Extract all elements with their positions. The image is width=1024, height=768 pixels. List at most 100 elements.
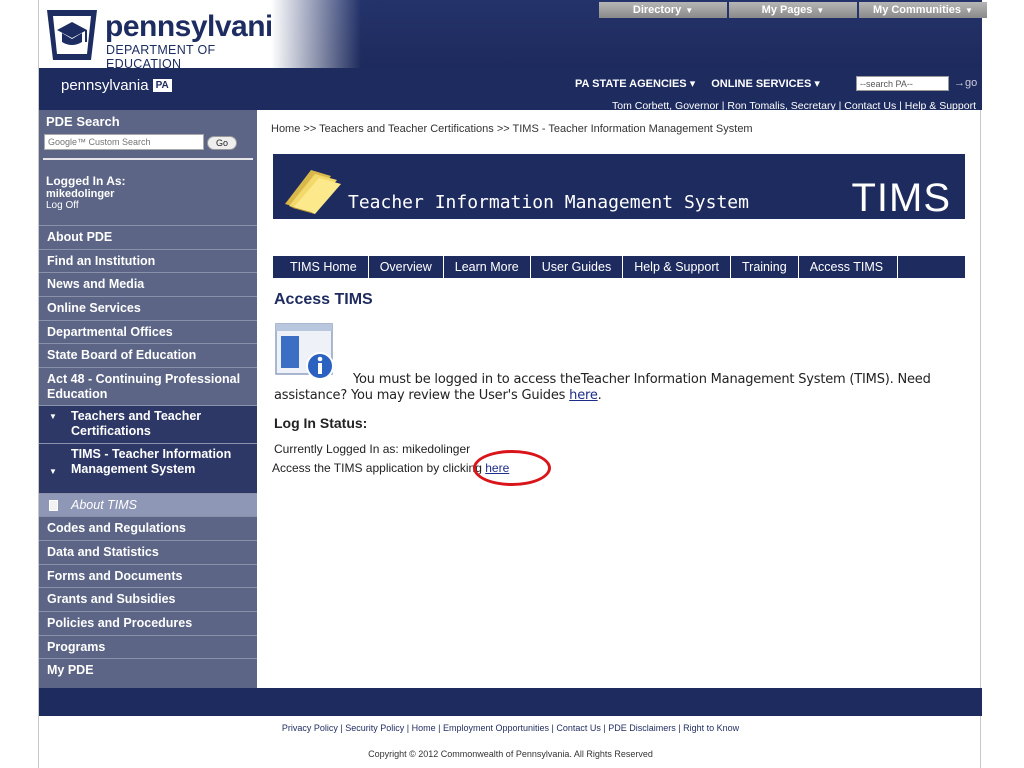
search-pa-input[interactable] [856, 76, 949, 91]
search-row: Go [39, 132, 257, 158]
footer-links: Privacy Policy | Security Policy | Home … [281, 723, 740, 733]
access-application-line: Access the TIMS application by clicking … [272, 461, 509, 475]
footer-security-policy[interactable]: Security Policy [345, 723, 404, 733]
triangle-down-icon: ▼ [49, 467, 57, 477]
go-label: go [965, 77, 978, 89]
sidebar-item-about-pde[interactable]: About PDE [39, 226, 257, 250]
state-nav-bar: pennsylvania PA PA STATE AGENCIES ▾ ONLIN… [39, 68, 982, 112]
agencies-label: PA STATE AGENCIES [575, 78, 687, 90]
sidebar-item-teacher-certifications[interactable]: ▼ Teachers and Teacher Certifications [39, 406, 257, 445]
tab-access-tims[interactable]: Access TIMS [799, 256, 899, 278]
google-search-input[interactable] [44, 134, 204, 150]
arrow-right-icon: → [954, 77, 965, 89]
agency-menus: PA STATE AGENCIES ▾ ONLINE SERVICES ▾ [575, 77, 820, 90]
footer-disclaimers[interactable]: PDE Disclaimers [608, 723, 676, 733]
breadcrumb[interactable]: Home >> Teachers and Teacher Certificati… [271, 123, 753, 135]
access-tims-here-link[interactable]: here [485, 461, 509, 475]
tims-banner: Teacher Information Management System TI… [273, 154, 965, 220]
log-off-link[interactable]: Log Off [46, 200, 250, 211]
tab-user-guides[interactable]: User Guides [531, 256, 624, 278]
chevron-down-icon: ▾ [689, 78, 696, 90]
pa-brand-text: pennsylvania [61, 77, 149, 94]
banner-title: Teacher Information Management System [348, 192, 749, 213]
online-services-menu[interactable]: ONLINE SERVICES ▾ [711, 77, 820, 90]
chevron-down-icon: ▼ [816, 6, 825, 15]
contact-us-link[interactable]: Contact Us [844, 100, 896, 112]
directory-menu[interactable]: Directory ▼ [599, 2, 727, 18]
login-label: Logged In As: [46, 174, 126, 188]
tab-tims-home[interactable]: TIMS Home [273, 256, 369, 278]
sidebar-item-grants-subsidies[interactable]: Grants and Subsidies [39, 588, 257, 612]
access-message-line1: You must be logged in to access theTeach… [353, 372, 931, 387]
secretary-link[interactable]: Ron Tomalis, Secretary [727, 100, 835, 112]
user-guides-here-link[interactable]: here [569, 388, 598, 403]
sidebar-item-state-board[interactable]: State Board of Education [39, 344, 257, 369]
directory-label: Directory [632, 4, 682, 16]
footer-right-to-know[interactable]: Right to Know [683, 723, 739, 733]
my-communities-menu[interactable]: My Communities ▼ [859, 2, 987, 18]
access-application-prefix: Access the TIMS application by clicking [272, 461, 482, 475]
login-block: Logged In As: mikedolinger Log Off [39, 160, 257, 226]
footer-privacy-policy[interactable]: Privacy Policy [282, 723, 338, 733]
page-title: Access TIMS [274, 291, 373, 308]
sidebar-item-codes-regulations[interactable]: Codes and Regulations [39, 517, 257, 541]
logo-area[interactable]: pennsylvania DEPARTMENT OF EDUCATION [39, 0, 290, 71]
chevron-down-icon: ▼ [685, 6, 694, 15]
help-support-link[interactable]: Help & Support [905, 100, 976, 112]
tims-label: TIMS - Teacher Information Management Sy… [71, 447, 232, 477]
footer-contact-us[interactable]: Contact Us [556, 723, 601, 733]
keystone-logo-icon [47, 10, 97, 60]
my-pages-label: My Pages [761, 4, 813, 16]
access-message-line2: assistance? You may review the User's Gu… [274, 388, 602, 403]
footer-bar [39, 688, 982, 716]
login-username: mikedolinger [46, 188, 115, 200]
sidebar-item-find-institution[interactable]: Find an Institution [39, 249, 257, 274]
access-message-prefix: assistance? You may review the User's Gu… [274, 388, 566, 403]
tims-tabs: TIMS Home Overview Learn More User Guide… [273, 256, 965, 278]
pa-state-agencies-menu[interactable]: PA STATE AGENCIES ▾ [575, 77, 695, 90]
chevron-down-icon: ▼ [965, 6, 973, 15]
my-communities-label: My Communities [873, 4, 962, 16]
footer-home[interactable]: Home [412, 723, 436, 733]
tab-overview[interactable]: Overview [369, 256, 444, 278]
tab-learn-more[interactable]: Learn More [444, 256, 531, 278]
logo-fade [271, 0, 361, 68]
triangle-down-icon: ▼ [49, 412, 57, 422]
logged-in-line: Currently Logged In as: mikedolinger [274, 442, 471, 456]
sidebar-item-programs[interactable]: Programs [39, 635, 257, 660]
sidebar-item-forms-documents[interactable]: Forms and Documents [39, 564, 257, 589]
sidebar-item-data-statistics[interactable]: Data and Statistics [39, 540, 257, 565]
go-button[interactable]: →go [954, 77, 977, 89]
about-tims-label: About TIMS [71, 498, 137, 513]
services-label: ONLINE SERVICES [711, 78, 812, 90]
sidebar-item-online-services[interactable]: Online Services [39, 297, 257, 321]
chevron-down-icon: ▾ [814, 78, 820, 90]
logo-name: pennsylvania [105, 10, 290, 43]
my-pages-menu[interactable]: My Pages ▼ [729, 2, 857, 18]
tab-training[interactable]: Training [731, 256, 799, 278]
footer-employment[interactable]: Employment Opportunities [443, 723, 549, 733]
sidebar-item-news-media[interactable]: News and Media [39, 273, 257, 298]
search-go-button[interactable]: Go [207, 136, 237, 150]
sidebar: PDE Search Go Logged In As: mikedolinger… [39, 110, 257, 688]
folder-icon [285, 170, 341, 214]
governor-line: Tom Corbett, Governor | Ron Tomalis, Sec… [612, 100, 976, 112]
governor-link[interactable]: Tom Corbett, Governor [612, 100, 719, 112]
sidebar-item-about-tims[interactable]: About TIMS [39, 494, 257, 518]
page-frame: pennsylvania DEPARTMENT OF EDUCATION Dir… [38, 0, 987, 768]
sidebar-item-act-48[interactable]: Act 48 - Continuing Professional Educati… [39, 368, 257, 407]
logo-subtitle: DEPARTMENT OF EDUCATION [106, 43, 216, 71]
sidebar-item-tims[interactable]: ▼ TIMS - Teacher Information Management S… [39, 444, 257, 495]
site-header: pennsylvania DEPARTMENT OF EDUCATION Dir… [39, 0, 987, 71]
sidebar-item-departmental-offices[interactable]: Departmental Offices [39, 320, 257, 345]
sidebar-item-policies-procedures[interactable]: Policies and Procedures [39, 611, 257, 636]
access-message-suffix: . [597, 388, 602, 403]
banner-abbreviation: TIMS [851, 176, 951, 220]
pa-brand-link[interactable]: pennsylvania PA [61, 77, 172, 94]
teacher-certifications-label: Teachers and Teacher Certifications [71, 409, 202, 439]
info-window-icon [275, 323, 334, 380]
sidebar-item-my-pde[interactable]: My PDE [39, 659, 257, 683]
tab-help-support[interactable]: Help & Support [623, 256, 731, 278]
login-status-title: Log In Status: [274, 415, 368, 431]
pde-search-title: PDE Search [46, 114, 120, 129]
